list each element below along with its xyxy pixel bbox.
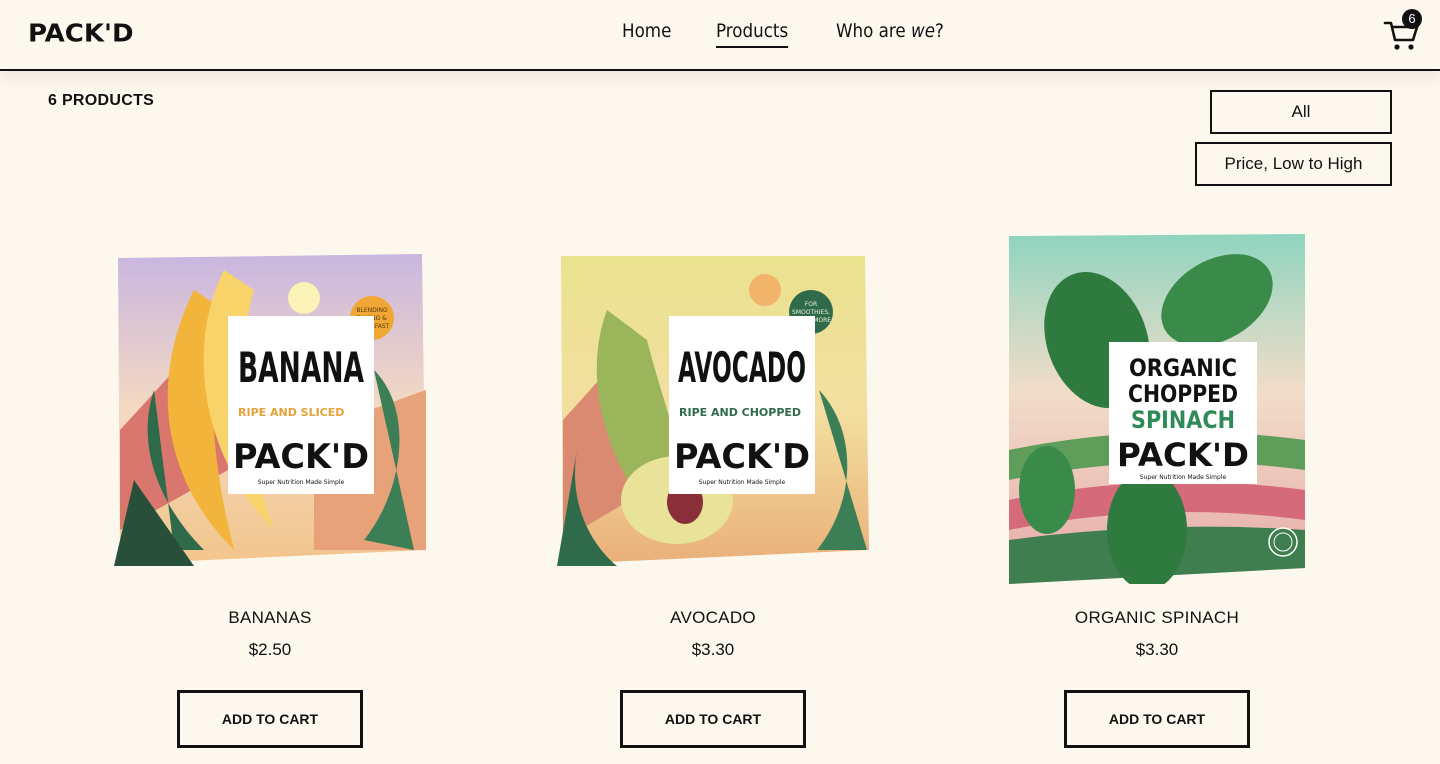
avocado-product-image[interactable]: FOR SMOOTHIES, DIPS & MORE AVOCADO RIPE … bbox=[557, 250, 869, 566]
nav-who-post: ? bbox=[935, 20, 945, 42]
banana-pack-subtitle: RIPE AND SLICED bbox=[238, 406, 344, 419]
spinach-pack-title-2: CHOPPED bbox=[1128, 380, 1238, 408]
avocado-pack-brand: PACK'D bbox=[674, 437, 810, 477]
add-to-cart-button[interactable]: ADD TO CART bbox=[1064, 690, 1250, 748]
spinach-pack-tagline: Super Nutrition Made Simple bbox=[1140, 474, 1227, 481]
nav-who-pre: Who are bbox=[836, 20, 912, 42]
banana-pack-tagline: Super Nutrition Made Simple bbox=[258, 479, 345, 486]
spinach-product-image[interactable]: ORGANIC CHOPPED SPINACH PACK'D Super Nut… bbox=[1007, 230, 1307, 584]
product-name[interactable]: ORGANIC SPINACH bbox=[967, 608, 1347, 628]
svg-text:SMOOTHIES,: SMOOTHIES, bbox=[792, 309, 830, 316]
nav-home[interactable]: Home bbox=[622, 20, 671, 48]
add-to-cart-button[interactable]: ADD TO CART bbox=[620, 690, 806, 748]
banana-pack-title: BANANA bbox=[238, 343, 364, 392]
brand-logo[interactable]: PACK'D bbox=[28, 20, 134, 49]
nav-who-are-we[interactable]: Who are we? bbox=[836, 20, 944, 48]
product-count: 6 PRODUCTS bbox=[48, 92, 155, 109]
avocado-pack-title: AVOCADO bbox=[678, 343, 806, 392]
product-name[interactable]: AVOCADO bbox=[523, 608, 903, 628]
avocado-badge-text: FOR bbox=[805, 301, 817, 308]
sort-select[interactable]: Price, Low to High bbox=[1195, 142, 1392, 186]
banana-badge-text: BLENDING bbox=[356, 307, 388, 314]
avocado-pack-subtitle: RIPE AND CHOPPED bbox=[679, 406, 801, 419]
avocado-pack-tagline: Super Nutrition Made Simple bbox=[699, 479, 786, 486]
main-nav: Home Products Who are we? bbox=[622, 20, 959, 48]
banana-pack-brand: PACK'D bbox=[233, 437, 369, 477]
product-price: $3.30 bbox=[691, 640, 735, 659]
filter-select[interactable]: All bbox=[1210, 90, 1392, 134]
product-price: $3.30 bbox=[1135, 640, 1179, 659]
spinach-pack-title-1: ORGANIC bbox=[1129, 354, 1237, 382]
bananas-product-image[interactable]: BLENDING BAKING & BREAKFAST BANANA RIPE … bbox=[114, 250, 426, 566]
spinach-pack-subtitle: SPINACH bbox=[1131, 406, 1235, 434]
site-header: PACK'D Home Products Who are we? 6 bbox=[0, 0, 1440, 71]
spinach-pack-brand: PACK'D bbox=[1117, 436, 1249, 474]
product-price: $2.50 bbox=[248, 640, 292, 659]
cart-count-badge: 6 bbox=[1402, 9, 1422, 29]
nav-who-em: we bbox=[911, 20, 936, 42]
product-name[interactable]: BANANAS bbox=[80, 608, 460, 628]
add-to-cart-button[interactable]: ADD TO CART bbox=[177, 690, 363, 748]
nav-products[interactable]: Products bbox=[716, 20, 789, 48]
